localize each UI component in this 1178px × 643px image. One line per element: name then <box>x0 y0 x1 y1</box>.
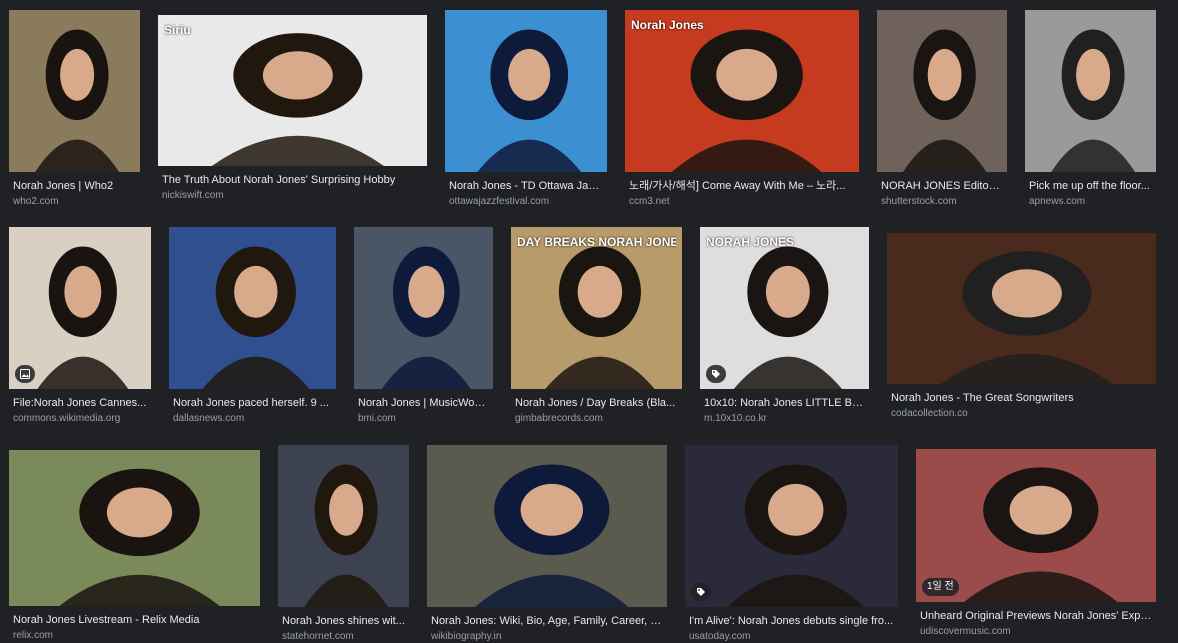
result-thumbnail[interactable] <box>445 10 607 172</box>
result-title[interactable]: Norah Jones Livestream - Relix Media <box>13 613 256 627</box>
result-source: gimbabrecords.com <box>515 413 603 424</box>
result-thumbnail[interactable] <box>877 10 1007 172</box>
result-title[interactable]: Norah Jones | MusicWorl... <box>358 396 489 410</box>
result-title[interactable]: Unheard Original Previews Norah Jones' E… <box>920 609 1152 623</box>
result-title[interactable]: Norah Jones / Day Breaks (Bla... <box>515 396 678 410</box>
result-source: codacollection.co <box>891 408 968 419</box>
result-thumbnail[interactable] <box>169 227 336 389</box>
result-thumbnail[interactable] <box>427 445 667 607</box>
result-thumbnail[interactable]: Siriu <box>158 15 427 166</box>
thumbnail-overlay-text: NORAH JONES <box>706 235 795 249</box>
result-source: commons.wikimedia.org <box>13 413 121 424</box>
result-source: ccm3.net <box>629 196 670 207</box>
result-thumbnail[interactable] <box>685 445 898 607</box>
image-icon <box>15 365 35 383</box>
result-thumbnail[interactable]: NORAH JONES <box>700 227 869 389</box>
result-source: who2.com <box>13 196 59 207</box>
result-title[interactable]: Pick me up off the floor... <box>1029 179 1152 193</box>
result-title[interactable]: Norah Jones shines wit... <box>282 614 405 628</box>
result-source: bmi.com <box>358 413 396 424</box>
thumbnail-overlay-text: Siriu <box>164 23 191 37</box>
result-source: dallasnews.com <box>173 413 245 424</box>
result-title[interactable]: Norah Jones paced herself. 9 ... <box>173 396 332 410</box>
result-thumbnail[interactable] <box>9 227 151 389</box>
result-source: udiscovermusic.com <box>920 626 1011 637</box>
result-thumbnail[interactable] <box>1025 10 1156 172</box>
result-source: ottawajazzfestival.com <box>449 196 550 207</box>
result-title[interactable]: 10x10: Norah Jones LITTLE BR... <box>704 396 865 410</box>
thumbnail-overlay-text: DAY BREAKS NORAH JONES <box>517 235 676 249</box>
result-thumbnail[interactable] <box>9 10 140 172</box>
result-title[interactable]: File:Norah Jones Cannes... <box>13 396 147 410</box>
thumbnail-overlay-text: Norah Jones <box>631 18 704 32</box>
result-thumbnail[interactable] <box>354 227 493 389</box>
result-title[interactable]: Norah Jones: Wiki, Bio, Age, Family, Car… <box>431 614 663 628</box>
result-title[interactable]: Norah Jones | Who2 <box>13 179 136 193</box>
result-source: statehornet.com <box>282 631 354 642</box>
result-source: usatoday.com <box>689 631 751 642</box>
result-thumbnail[interactable]: DAY BREAKS NORAH JONES <box>511 227 682 389</box>
result-source: nickiswift.com <box>162 190 224 201</box>
result-thumbnail[interactable] <box>278 445 409 607</box>
result-title[interactable]: 노래/가사/해석] Come Away With Me – 노라... <box>629 179 855 193</box>
result-thumbnail[interactable]: Norah Jones <box>625 10 859 172</box>
result-source: apnews.com <box>1029 196 1086 207</box>
result-source: m.10x10.co.kr <box>704 413 767 424</box>
result-title[interactable]: The Truth About Norah Jones' Surprising … <box>162 173 423 187</box>
tag-icon <box>706 365 726 383</box>
result-title[interactable]: Norah Jones - TD Ottawa Jazz... <box>449 179 603 193</box>
result-thumbnail[interactable] <box>9 450 260 606</box>
result-title[interactable]: NORAH JONES Editoria... <box>881 179 1003 193</box>
result-source: shutterstock.com <box>881 196 957 207</box>
age-badge: 1일 전 <box>922 578 959 596</box>
result-source: relix.com <box>13 630 54 641</box>
result-thumbnail[interactable]: 1일 전 <box>916 449 1156 602</box>
result-thumbnail[interactable] <box>887 233 1156 384</box>
result-title[interactable]: I'm Alive': Norah Jones debuts single fr… <box>689 614 894 628</box>
result-title[interactable]: Norah Jones - The Great Songwriters <box>891 391 1152 405</box>
tag-icon <box>691 583 711 601</box>
result-source: wikibiography.in <box>431 631 502 642</box>
